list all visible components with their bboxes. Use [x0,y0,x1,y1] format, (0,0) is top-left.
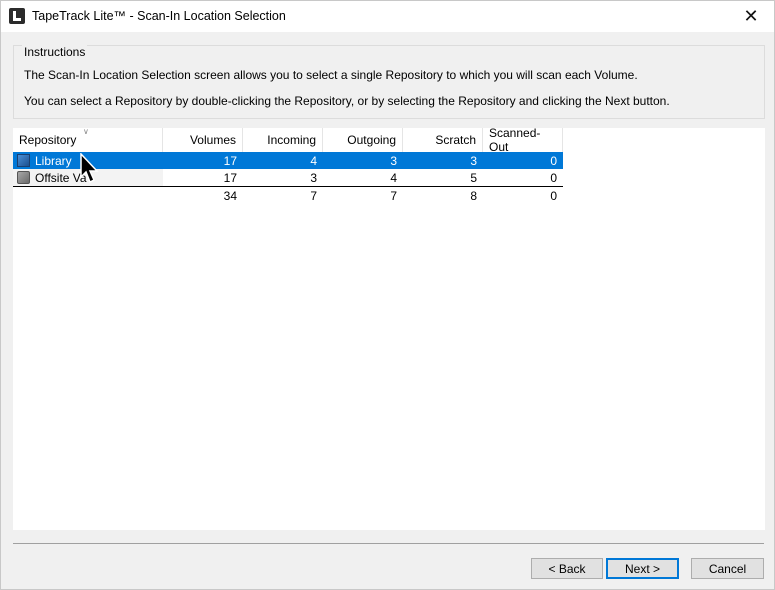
table-row-library[interactable]: Library 17 4 3 3 0 [13,152,563,169]
totals-row: 34 7 7 8 0 [13,186,563,203]
column-header-label: Scratch [435,133,476,147]
totals-label-cell [13,187,163,204]
scratch-cell: 5 [470,170,477,185]
scanned-out-cell: 0 [550,153,557,168]
window-title: TapeTrack Lite™ - Scan-In Location Selec… [32,9,286,23]
cancel-button[interactable]: Cancel [691,558,764,579]
incoming-cell: 4 [310,153,317,168]
column-header-label: Outgoing [347,133,396,147]
instructions-text-line2: You can select a Repository by double-cl… [24,94,670,108]
column-header-volumes[interactable]: Volumes [163,128,243,152]
repository-name: Library [35,153,72,168]
instructions-text-line1: The Scan-In Location Selection screen al… [24,68,638,82]
incoming-cell: 3 [310,170,317,185]
outgoing-cell: 3 [390,153,397,168]
total-scanned-out-cell: 0 [550,188,557,203]
close-button[interactable]: ✕ [728,1,774,32]
window: TapeTrack Lite™ - Scan-In Location Selec… [0,0,775,590]
column-header-outgoing[interactable]: Outgoing [323,128,403,152]
repository-name: Offsite Va [35,170,87,185]
instructions-group: Instructions The Scan-In Location Select… [13,45,765,119]
instructions-legend: Instructions [22,45,88,59]
library-icon [17,154,30,167]
total-volumes-cell: 34 [223,188,237,203]
column-header-scanned-out[interactable]: Scanned-Out [483,126,563,154]
volumes-cell: 17 [223,170,237,185]
volumes-cell: 17 [223,153,237,168]
column-header-label: Volumes [189,133,236,147]
title-bar[interactable]: TapeTrack Lite™ - Scan-In Location Selec… [1,1,774,32]
total-incoming-cell: 7 [310,188,317,203]
total-outgoing-cell: 7 [390,188,397,203]
total-scratch-cell: 8 [470,188,477,203]
column-header-label: Incoming [267,133,316,147]
list-header: ∨ Repository Volumes Incoming Outgoing S… [13,126,563,154]
repository-list[interactable]: ∨ Repository Volumes Incoming Outgoing S… [13,126,765,530]
tapetrack-app-icon [9,8,25,24]
repository-name-cell: Library [13,152,163,169]
vault-icon [17,171,30,184]
repository-name-cell: Offsite Va [13,169,163,186]
column-header-incoming[interactable]: Incoming [243,128,323,152]
scanned-out-cell: 0 [550,170,557,185]
column-header-repository[interactable]: ∨ Repository [13,127,163,152]
footer-separator [13,543,764,544]
next-button[interactable]: Next > [606,558,679,579]
back-button[interactable]: < Back [531,558,603,579]
table-row-offsite-vault[interactable]: Offsite Va 17 3 4 5 0 [13,169,563,186]
column-header-label: Repository [19,133,77,147]
outgoing-cell: 4 [390,170,397,185]
column-header-scratch[interactable]: Scratch [403,128,483,152]
sort-indicator-icon: ∨ [83,127,89,136]
scratch-cell: 3 [470,153,477,168]
column-header-label: Scanned-Out [489,126,541,154]
